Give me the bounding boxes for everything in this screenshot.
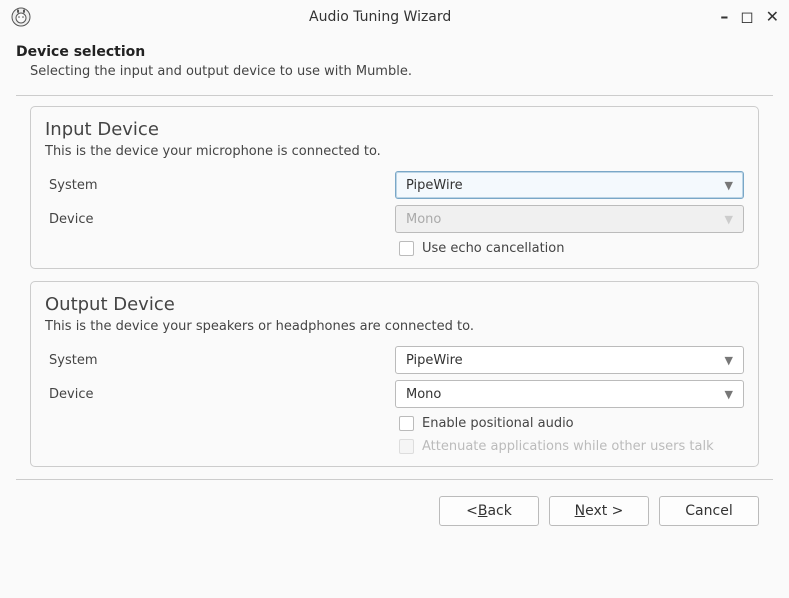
echo-cancel-row[interactable]: Use echo cancellation	[45, 241, 744, 256]
output-system-value: PipeWire	[406, 353, 463, 368]
input-device-value: Mono	[406, 212, 441, 227]
positional-audio-label: Enable positional audio	[422, 416, 574, 431]
back-button[interactable]: < Back	[439, 496, 539, 526]
chevron-down-icon: ▼	[725, 179, 733, 192]
input-system-select[interactable]: PipeWire ▼	[395, 171, 744, 199]
output-device-value: Mono	[406, 387, 441, 402]
output-device-label: Device	[45, 387, 395, 402]
footer-divider	[16, 479, 773, 480]
wizard-header: Device selection Selecting the input and…	[0, 30, 789, 87]
minimize-button[interactable]: –	[720, 9, 728, 25]
attenuate-checkbox	[399, 439, 414, 454]
chevron-down-icon: ▼	[725, 388, 733, 401]
header-divider	[16, 95, 773, 96]
close-button[interactable]: ✕	[766, 9, 779, 25]
output-device-group: Output Device This is the device your sp…	[30, 281, 759, 467]
input-device-row: Device Mono ▼	[45, 205, 744, 233]
input-system-value: PipeWire	[406, 178, 463, 193]
output-group-title: Output Device	[45, 294, 744, 315]
titlebar: Audio Tuning Wizard – ◻ ✕	[0, 0, 789, 30]
next-button[interactable]: Next >	[549, 496, 649, 526]
input-device-group: Input Device This is the device your mic…	[30, 106, 759, 269]
page-heading: Device selection	[16, 44, 773, 60]
output-device-select[interactable]: Mono ▼	[395, 380, 744, 408]
echo-cancel-checkbox[interactable]	[399, 241, 414, 256]
attenuate-label: Attenuate applications while other users…	[422, 439, 714, 454]
input-system-row: System PipeWire ▼	[45, 171, 744, 199]
window-controls: – ◻ ✕	[720, 9, 779, 25]
output-system-label: System	[45, 353, 395, 368]
attenuate-row: Attenuate applications while other users…	[45, 439, 744, 454]
app-icon	[10, 6, 32, 28]
positional-audio-checkbox[interactable]	[399, 416, 414, 431]
output-device-row: Device Mono ▼	[45, 380, 744, 408]
cancel-button[interactable]: Cancel	[659, 496, 759, 526]
wizard-button-bar: < Back Next > Cancel	[0, 490, 789, 526]
output-system-row: System PipeWire ▼	[45, 346, 744, 374]
echo-cancel-label: Use echo cancellation	[422, 241, 564, 256]
output-group-subtitle: This is the device your speakers or head…	[45, 319, 744, 334]
window-title: Audio Tuning Wizard	[40, 9, 720, 25]
input-system-label: System	[45, 178, 395, 193]
chevron-down-icon: ▼	[725, 213, 733, 226]
page-subheading: Selecting the input and output device to…	[30, 64, 773, 79]
maximize-button[interactable]: ◻	[740, 9, 753, 25]
chevron-down-icon: ▼	[725, 354, 733, 367]
input-group-title: Input Device	[45, 119, 744, 140]
input-group-subtitle: This is the device your microphone is co…	[45, 144, 744, 159]
output-system-select[interactable]: PipeWire ▼	[395, 346, 744, 374]
input-device-label: Device	[45, 212, 395, 227]
input-device-select: Mono ▼	[395, 205, 744, 233]
positional-audio-row[interactable]: Enable positional audio	[45, 416, 744, 431]
